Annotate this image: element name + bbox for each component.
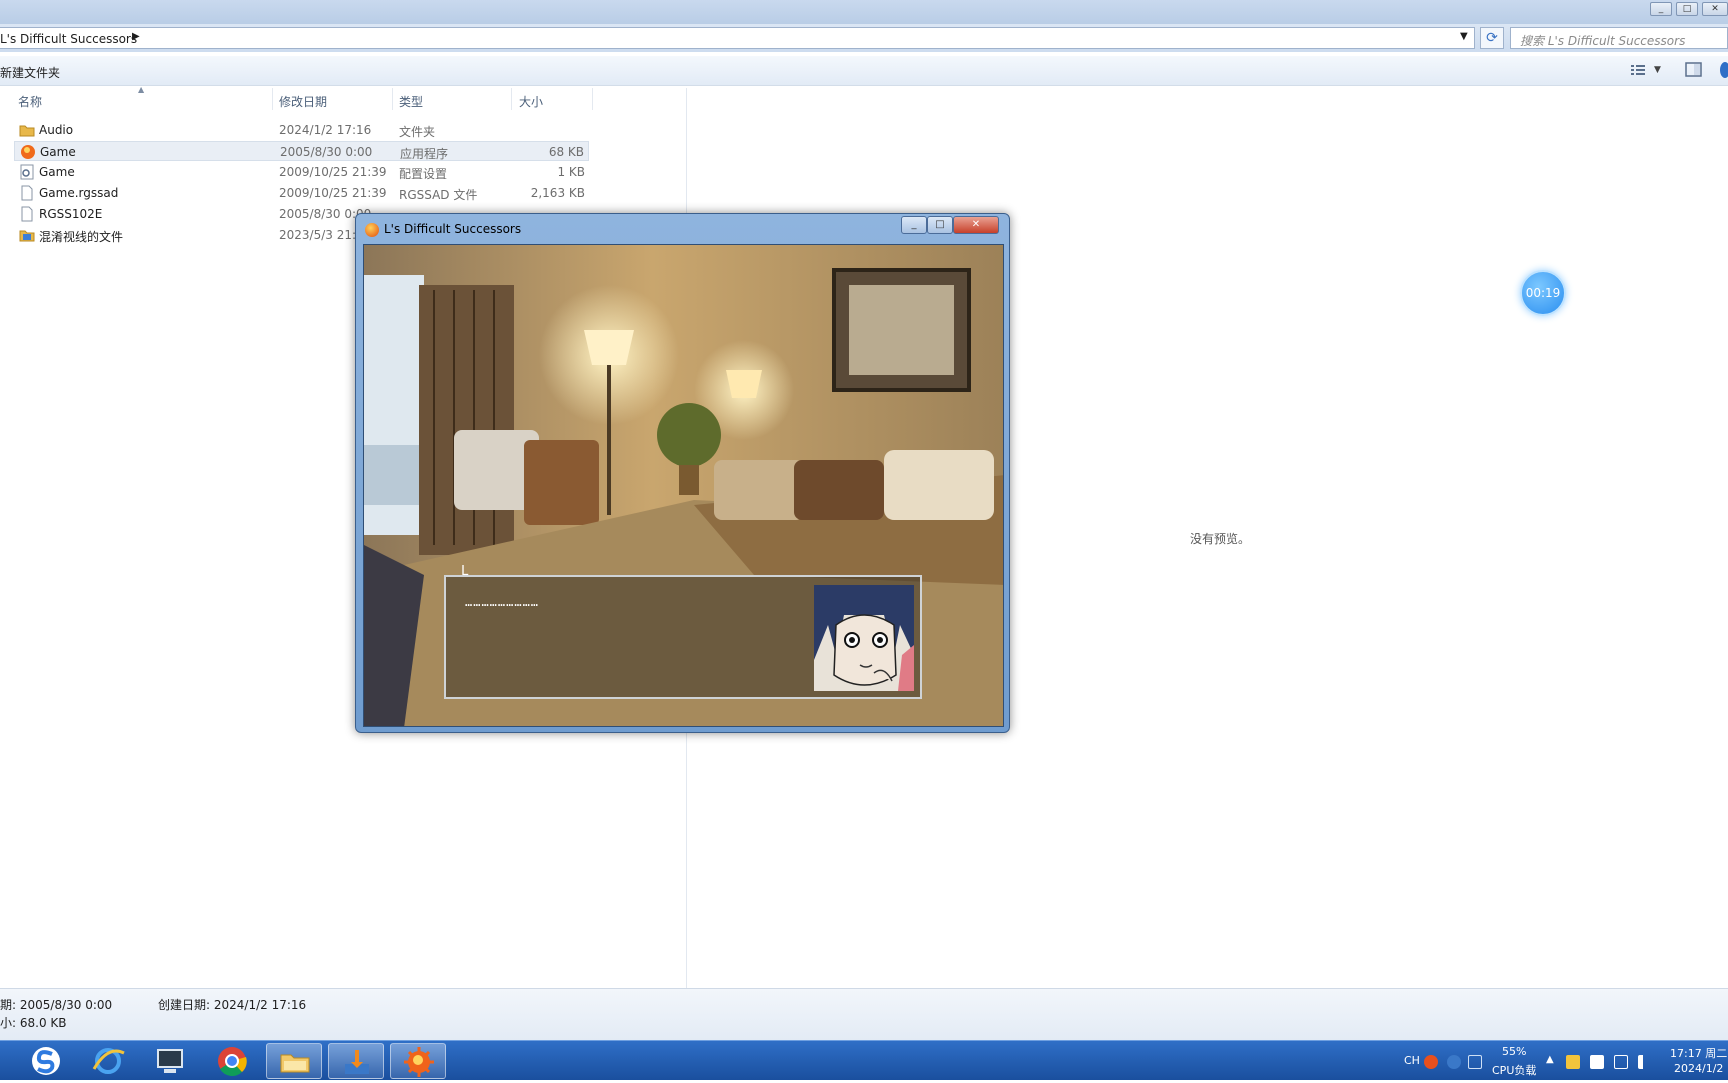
file-name: Game.rgssad	[39, 186, 119, 200]
window-titlebar: _ □ ✕	[0, 0, 1728, 24]
recording-timer-badge[interactable]: 00:19	[1520, 270, 1566, 316]
config-file-icon	[19, 164, 35, 180]
file-name: Audio	[39, 123, 74, 137]
video-folder-icon	[19, 227, 35, 243]
game-close-button[interactable]: ✕	[953, 216, 999, 234]
modified-date: 期: 2005/8/30 0:00	[0, 998, 113, 1012]
game-icon	[365, 223, 379, 237]
file-date: 2024/1/2 17:16	[279, 123, 372, 137]
dialog-text: ………………………	[465, 595, 540, 609]
clock-time[interactable]: 17:17 周二	[1670, 1045, 1727, 1061]
view-options-icon[interactable]	[1630, 62, 1648, 78]
file-date: 2023/5/3 21:	[279, 228, 357, 242]
view-dropdown-icon[interactable]: ▼	[1654, 65, 1661, 75]
address-row: L's Difficult Successors ▶ ▼ ⟳ 搜索 L's Di…	[0, 24, 1728, 52]
minimize-button[interactable]: _	[1650, 2, 1672, 16]
file-size: 2,163 KB	[530, 186, 585, 200]
column-type[interactable]: 类型	[399, 93, 423, 110]
game-window[interactable]: L's Difficult Successors _ □ ✕ L ……………………	[355, 213, 1010, 733]
game-maximize-button[interactable]: □	[927, 216, 953, 234]
explorer-taskbar-button[interactable]	[266, 1043, 322, 1079]
file-date: 2009/10/25 21:39	[279, 165, 387, 179]
file-size: 1 KB	[557, 165, 585, 179]
computer-icon	[157, 1049, 183, 1073]
sogou-taskbar-button[interactable]	[18, 1043, 74, 1079]
speaker-name: L	[461, 564, 469, 579]
preview-pane-icon[interactable]	[1685, 62, 1703, 78]
cpu-percent: 55%	[1502, 1045, 1527, 1058]
game-window-title: L's Difficult Successors	[384, 222, 522, 236]
explorer-icon	[280, 1054, 310, 1073]
search-input[interactable]: 搜索 L's Difficult Successors	[1510, 27, 1728, 49]
input-language[interactable]: CH	[1404, 1054, 1420, 1067]
tray-expand-icon[interactable]: ▲	[1546, 1054, 1554, 1065]
folder-icon	[19, 122, 35, 138]
ie-icon	[92, 1048, 125, 1074]
chrome-icon	[218, 1047, 247, 1077]
created-date: 创建日期: 2024/1/2 17:16	[158, 998, 307, 1012]
file-date: 2005/8/30 0:00	[280, 145, 373, 159]
game-exe-icon	[20, 144, 36, 160]
command-toolbar: 新建文件夹 ▼	[0, 56, 1728, 86]
file-row[interactable]: Audio 2024/1/2 17:16 文件夹	[14, 120, 589, 140]
computer-taskbar-button[interactable]	[142, 1043, 198, 1079]
installer-taskbar-button[interactable]	[328, 1043, 384, 1079]
refresh-button[interactable]: ⟳	[1480, 27, 1504, 49]
taskbar: CH 55% CPU负载 ▲ 17:17 周二 2024/1/2	[0, 1040, 1728, 1080]
volume-icon[interactable]	[1638, 1055, 1652, 1069]
chrome-taskbar-button[interactable]	[204, 1043, 260, 1079]
no-preview-text: 没有预览。	[1190, 532, 1251, 546]
column-name[interactable]: 名称	[18, 93, 42, 110]
game-icon	[404, 1047, 434, 1077]
address-bar[interactable]: L's Difficult Successors ▶ ▼	[0, 27, 1475, 49]
file-size: 68 KB	[548, 145, 584, 159]
file-row[interactable]: Game.rgssad 2009/10/25 21:39 RGSSAD 文件 2…	[14, 183, 589, 203]
file-type: 文件夹	[399, 125, 436, 139]
file-row-selected[interactable]: Game 2005/8/30 0:00 应用程序 68 KB	[14, 141, 589, 161]
file-date: 2009/10/25 21:39	[279, 186, 387, 200]
close-button[interactable]: ✕	[1702, 2, 1728, 16]
file-name: Game	[39, 165, 75, 179]
search-placeholder: 搜索 L's Difficult Successors	[1520, 34, 1686, 48]
action-center-flag-icon[interactable]	[1590, 1055, 1604, 1069]
file-icon	[19, 206, 35, 222]
help-tray-icon[interactable]	[1447, 1055, 1461, 1069]
file-row[interactable]: Game 2009/10/25 21:39 配置设置 1 KB	[14, 162, 589, 182]
help-icon[interactable]	[1720, 62, 1728, 78]
network-monitor-icon[interactable]	[1468, 1055, 1482, 1069]
maximize-button[interactable]: □	[1676, 2, 1698, 16]
file-type: 应用程序	[400, 147, 449, 161]
file-type: RGSSAD 文件	[399, 188, 478, 202]
file-name: RGSS102E	[39, 207, 103, 221]
cpu-label: CPU负载	[1492, 1064, 1537, 1077]
file-type: 配置设置	[399, 167, 448, 181]
game-scene[interactable]: L ………………………	[363, 244, 1004, 727]
game-taskbar-button[interactable]	[390, 1043, 446, 1079]
address-dropdown-icon[interactable]: ▼	[1460, 31, 1468, 42]
sogou-tray-icon[interactable]	[1424, 1055, 1438, 1069]
character-portrait	[814, 585, 914, 691]
file-icon	[19, 185, 35, 201]
installer-icon	[345, 1050, 369, 1074]
network-icon[interactable]	[1614, 1055, 1628, 1069]
file-name: 混淆视线的文件	[39, 230, 124, 244]
sogou-icon	[32, 1047, 60, 1075]
breadcrumb[interactable]: L's Difficult Successors	[0, 32, 137, 46]
column-size[interactable]: 大小	[519, 93, 543, 110]
ie-taskbar-button[interactable]	[80, 1043, 136, 1079]
clock-date[interactable]: 2024/1/2	[1674, 1062, 1723, 1075]
column-date[interactable]: 修改日期	[279, 93, 327, 110]
new-folder-button[interactable]: 新建文件夹	[0, 64, 60, 81]
column-headers: ▲ 名称 修改日期 类型 大小	[0, 85, 593, 114]
breadcrumb-chevron-icon[interactable]: ▶	[132, 31, 140, 42]
file-size-detail: 小: 68.0 KB	[0, 1016, 67, 1030]
game-minimize-button[interactable]: _	[901, 216, 927, 234]
tray-app-icon[interactable]	[1566, 1055, 1580, 1069]
details-pane: 期: 2005/8/30 0:00 创建日期: 2024/1/2 17:16 小…	[0, 988, 1728, 1040]
file-name: Game	[40, 145, 76, 159]
sort-arrow-icon: ▲	[138, 85, 145, 94]
